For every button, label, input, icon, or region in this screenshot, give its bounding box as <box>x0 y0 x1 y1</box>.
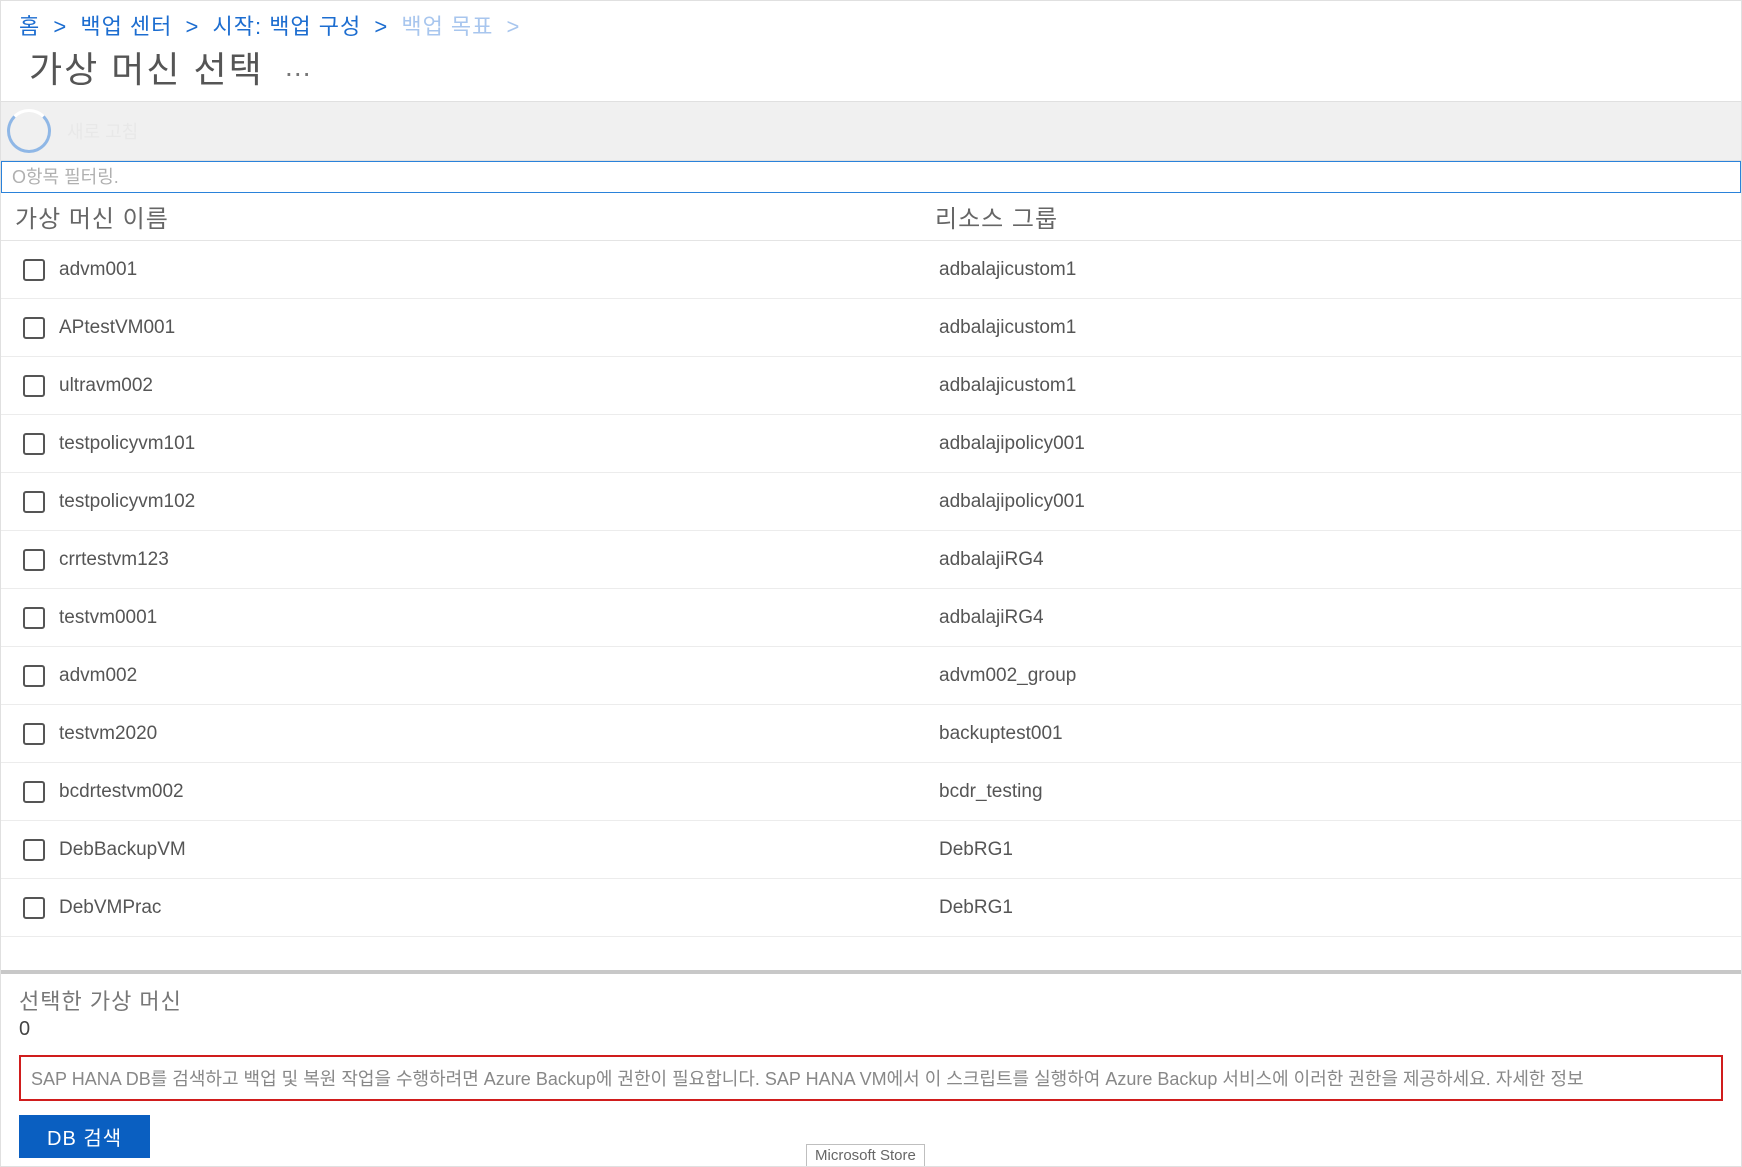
table-row[interactable]: testvm2020backuptest001 <box>1 705 1741 763</box>
table-row[interactable]: APtestVM001adbalajicustom1 <box>1 299 1741 357</box>
filter-input[interactable] <box>12 167 1730 188</box>
vm-name: testpolicyvm101 <box>59 433 939 455</box>
resource-group: adbalajipolicy001 <box>939 433 1719 455</box>
resource-group: adbalajipolicy001 <box>939 491 1719 513</box>
row-checkbox[interactable] <box>23 317 45 339</box>
breadcrumb-item[interactable]: 백업 목표 <box>401 14 493 39</box>
vm-name: bcdrtestvm002 <box>59 781 939 803</box>
vm-name: ultravm002 <box>59 375 939 397</box>
vm-name: APtestVM001 <box>59 317 939 339</box>
table-row[interactable]: advm002advm002_group <box>1 647 1741 705</box>
bottom-bar: DB 검색 Microsoft Store <box>1 1109 1741 1166</box>
chevron-right-icon: > <box>46 14 74 39</box>
resource-group: backuptest001 <box>939 723 1719 745</box>
table-body: advm001adbalajicustom1APtestVM001adbalaj… <box>1 241 1741 974</box>
resource-group: adbalajicustom1 <box>939 317 1719 339</box>
vm-name: crrtestvm123 <box>59 549 939 571</box>
chevron-right-icon: > <box>499 14 520 39</box>
table-row[interactable]: ultravm002adbalajicustom1 <box>1 357 1741 415</box>
page-root: 홈 > 백업 센터 > 시작: 백업 구성 > 백업 목표 > 가상 머신 선택… <box>0 0 1742 1167</box>
row-checkbox[interactable] <box>23 781 45 803</box>
resource-group: DebRG1 <box>939 839 1719 861</box>
column-header-rg[interactable]: 리소스 그룹 <box>935 199 1727 234</box>
row-checkbox[interactable] <box>23 723 45 745</box>
breadcrumb-item[interactable]: 백업 센터 <box>80 14 172 39</box>
page-title: 가상 머신 선택 <box>29 41 264 93</box>
ms-store-popup[interactable]: Microsoft Store <box>806 1144 925 1166</box>
resource-group: adbalajiRG4 <box>939 607 1719 629</box>
row-checkbox[interactable] <box>23 259 45 281</box>
breadcrumb-item[interactable]: 홈 <box>19 14 40 39</box>
table-row[interactable]: DebVMPracDebRG1 <box>1 879 1741 937</box>
vm-name: testvm2020 <box>59 723 939 745</box>
resource-group: bcdr_testing <box>939 781 1719 803</box>
resource-group: DebRG1 <box>939 897 1719 919</box>
table-row[interactable]: advm001adbalajicustom1 <box>1 241 1741 299</box>
resource-group: adbalajiRG4 <box>939 549 1719 571</box>
vm-name: DebVMPrac <box>59 897 939 919</box>
title-row: 가상 머신 선택 … <box>1 41 1741 101</box>
breadcrumb: 홈 > 백업 센터 > 시작: 백업 구성 > 백업 목표 > <box>1 1 1741 41</box>
loading-bar: 새로 고침 <box>1 101 1741 161</box>
table-row[interactable]: testpolicyvm102adbalajipolicy001 <box>1 473 1741 531</box>
row-checkbox[interactable] <box>23 665 45 687</box>
resource-group: advm002_group <box>939 665 1719 687</box>
vm-name: advm001 <box>59 259 939 281</box>
table-header: 가상 머신 이름 리소스 그룹 <box>1 193 1741 241</box>
more-icon[interactable]: … <box>284 51 313 83</box>
row-checkbox[interactable] <box>23 491 45 513</box>
discover-db-button[interactable]: DB 검색 <box>19 1115 150 1158</box>
table-row[interactable]: crrtestvm123adbalajiRG4 <box>1 531 1741 589</box>
loading-text: 새로 고침 <box>67 118 138 144</box>
row-checkbox[interactable] <box>23 433 45 455</box>
chevron-right-icon: > <box>367 14 395 39</box>
vm-name: DebBackupVM <box>59 839 939 861</box>
row-checkbox[interactable] <box>23 607 45 629</box>
resource-group: adbalajicustom1 <box>939 375 1719 397</box>
row-checkbox[interactable] <box>23 549 45 571</box>
table-row[interactable]: testpolicyvm101adbalajipolicy001 <box>1 415 1741 473</box>
table-row[interactable]: bcdrtestvm002bcdr_testing <box>1 763 1741 821</box>
vm-name: advm002 <box>59 665 939 687</box>
filter-wrap <box>1 161 1741 193</box>
info-note: SAP HANA DB를 검색하고 백업 및 복원 작업을 수행하려면 Azur… <box>19 1055 1723 1101</box>
table-row[interactable]: DebBackupVMDebRG1 <box>1 821 1741 879</box>
table-row[interactable]: testvm0001adbalajiRG4 <box>1 589 1741 647</box>
row-checkbox[interactable] <box>23 839 45 861</box>
column-header-name[interactable]: 가상 머신 이름 <box>15 199 935 234</box>
spinner-icon <box>7 109 51 153</box>
selected-label: 선택한 가상 머신 <box>19 984 1723 1016</box>
breadcrumb-item[interactable]: 시작: 백업 구성 <box>212 14 361 39</box>
vm-name: testvm0001 <box>59 607 939 629</box>
row-checkbox[interactable] <box>23 897 45 919</box>
selected-section: 선택한 가상 머신 0 <box>1 974 1741 1047</box>
row-checkbox[interactable] <box>23 375 45 397</box>
vm-name: testpolicyvm102 <box>59 491 939 513</box>
resource-group: adbalajicustom1 <box>939 259 1719 281</box>
chevron-right-icon: > <box>178 14 206 39</box>
selected-count: 0 <box>19 1018 1723 1041</box>
